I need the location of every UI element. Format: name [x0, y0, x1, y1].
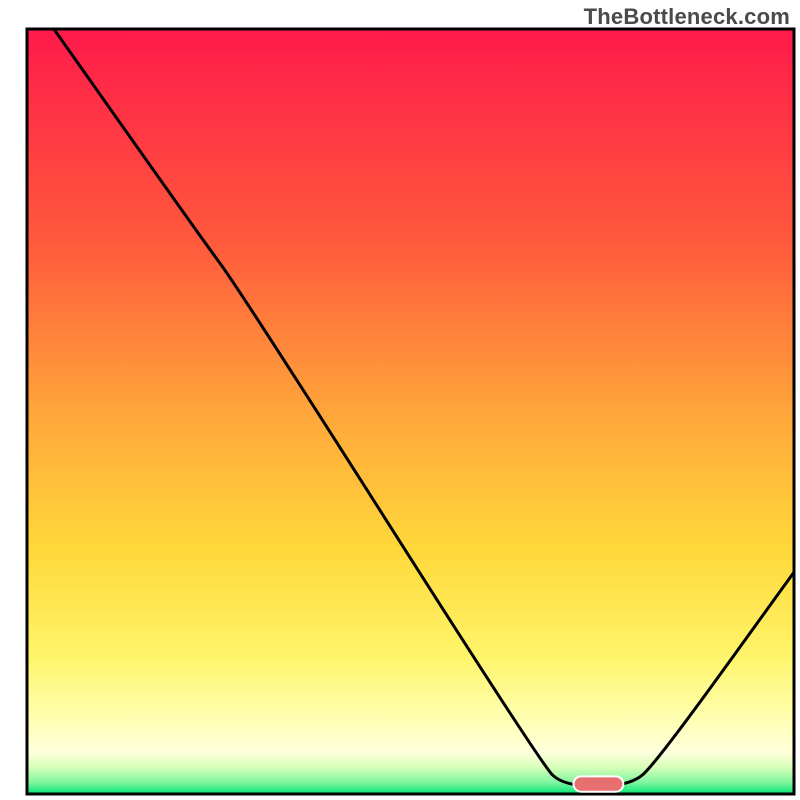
gradient-background — [27, 29, 794, 794]
watermark-label: TheBottleneck.com — [584, 4, 790, 30]
optimal-range-marker — [573, 776, 623, 791]
bottleneck-chart — [0, 0, 800, 800]
chart-container: TheBottleneck.com — [0, 0, 800, 800]
